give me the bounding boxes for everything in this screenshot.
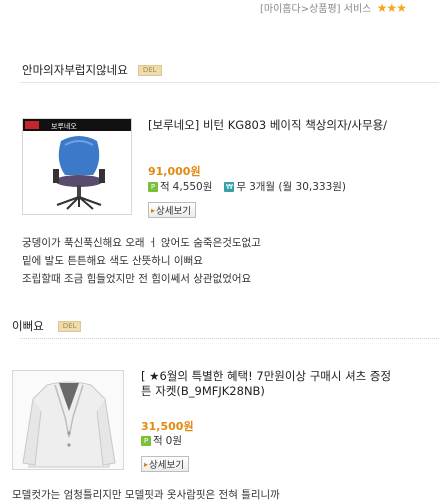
points-icon: P — [141, 435, 151, 446]
review-title-text: 이뻐요 — [12, 319, 44, 333]
product-thumbnail[interactable]: 보루네오 — [22, 118, 132, 215]
arrow-right-icon: ▸ — [151, 205, 156, 215]
installment-value: 3개월 (월 30,333원) — [249, 181, 347, 193]
office-chair-image: 보루네오 — [23, 119, 131, 210]
review-body: 모델컷가는 엄청틀리지만 모델핏과 옷사람핏은 전혀 틀리니까 — [12, 486, 280, 500]
white-jacket-image — [13, 371, 123, 469]
review-line: 궁뎅이가 푹신푹신해요 오래 ㅓ 앉어도 숨죽은것도없고 — [22, 237, 261, 249]
divider — [20, 82, 439, 83]
brand-logo-text: 보루네오 — [51, 122, 77, 131]
review-line: 모델컷가는 엄청틀리지만 모델핏과 옷사람핏은 전혀 틀리니까 — [12, 489, 280, 500]
breadcrumb[interactable]: [마이홈다>상품평] — [260, 4, 341, 15]
product-title[interactable]: [보루네오] 비턴 KG803 베이직 책상의자/사무용/ — [148, 118, 387, 132]
review-body: 궁뎅이가 푹신푹신해요 오래 ㅓ 앉어도 숨죽은것도없고 밑에 발도 튼튼해요 … — [22, 234, 261, 288]
points-icon: P — [148, 181, 158, 192]
detail-view-button[interactable]: ▸ 상세보기 — [148, 202, 196, 218]
product-price: 31,500원 — [141, 420, 194, 433]
installment-icon: ₩ — [224, 181, 235, 192]
product-title-line: 튼 자켓(B_9MFJK28NB) — [141, 384, 265, 398]
product-thumbnail[interactable] — [12, 370, 124, 470]
product-price: 91,000원 — [148, 165, 201, 178]
delete-button[interactable]: DEL — [137, 64, 162, 76]
arrow-right-icon: ▸ — [144, 459, 149, 469]
review-line: 조립할때 조금 힘들었지만 전 힘이쎄서 상관없었어요 — [22, 273, 252, 285]
product-meta-row: P 적 4,550원 ₩ 무 3개월 (월 30,333원) — [148, 179, 346, 194]
review-title-text: 안마의자부럽지않네요 — [22, 63, 128, 77]
points-value: 4,550원 — [172, 181, 213, 193]
product-title[interactable]: [ ★6월의 특별한 혜택! 7만원이상 구매시 셔츠 증정 튼 자켓(B_9M… — [141, 369, 391, 398]
detail-view-label: 상세보기 — [156, 206, 191, 217]
review-title: 이뻐요 DEL — [12, 318, 82, 334]
review-title: 안마의자부럽지않네요 DEL — [22, 62, 162, 78]
divider — [20, 338, 439, 339]
service-label: 서비스 — [343, 4, 372, 15]
product-meta-row: P 적 0원 — [141, 433, 182, 448]
top-bar: [마이홈다>상품평] 서비스 ★★★ — [260, 0, 439, 15]
detail-view-button[interactable]: ▸ 상세보기 — [141, 456, 189, 472]
review-line: 밑에 발도 튼튼해요 색도 산뜻하니 이뻐요 — [22, 255, 203, 267]
points-label: 적 — [153, 435, 163, 447]
detail-view-label: 상세보기 — [149, 460, 184, 471]
points-value: 0원 — [165, 435, 183, 447]
rating-stars: ★★★ — [376, 1, 407, 15]
product-title-line: [ ★6월의 특별한 혜택! 7만원이상 구매시 셔츠 증정 — [141, 369, 392, 383]
installment-label: 무 — [236, 181, 247, 193]
points-label: 적 — [160, 181, 170, 193]
delete-button[interactable]: DEL — [57, 320, 82, 332]
